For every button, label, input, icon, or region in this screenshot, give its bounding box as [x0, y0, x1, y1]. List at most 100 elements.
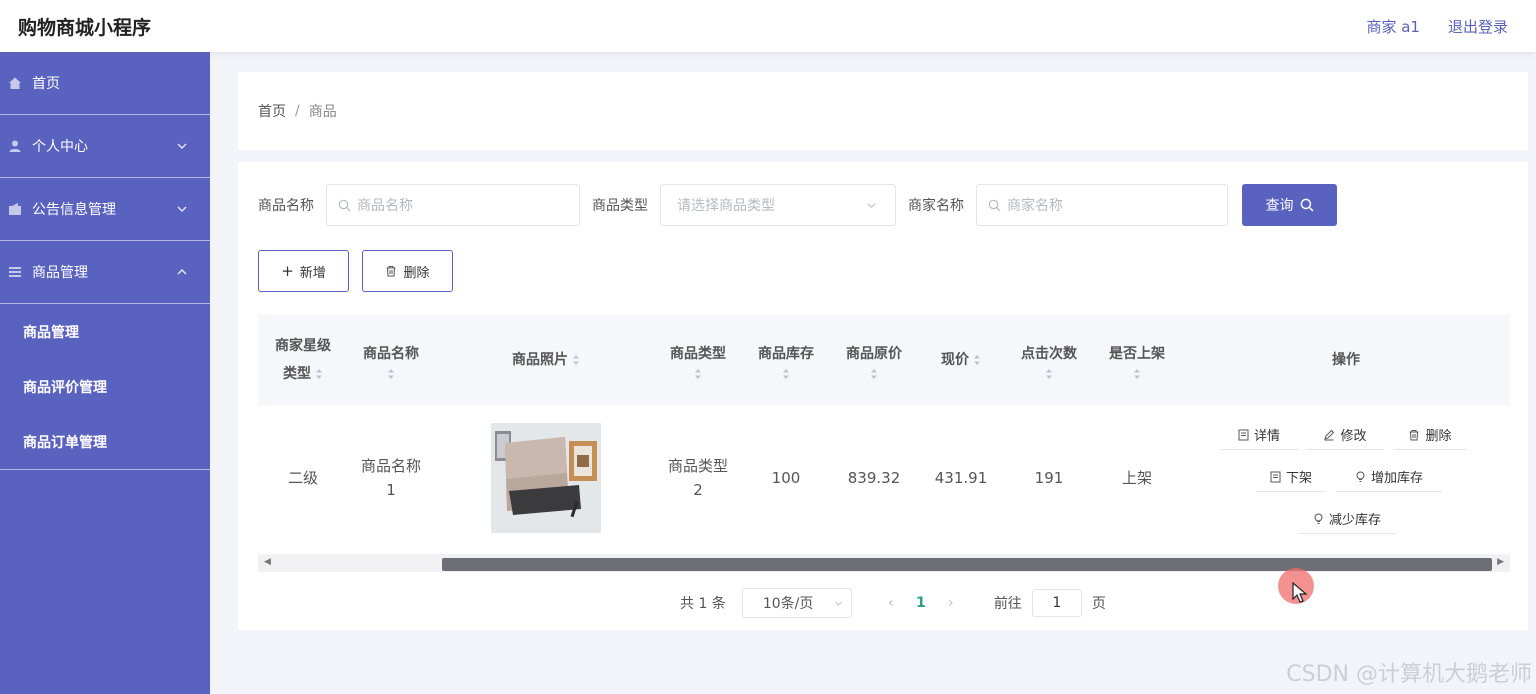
- main-area: 首页 / 商品 商品名称 商品名称 商品类型 请选择商品类型 商家名称 商家名称…: [210, 52, 1536, 694]
- plus-icon: +: [281, 262, 294, 280]
- horizontal-scrollbar[interactable]: ◀ ▶: [258, 554, 1510, 572]
- sidebar-item-personal-center[interactable]: 个人中心: [0, 115, 210, 178]
- add-button-label: 新增: [299, 265, 326, 281]
- col-header-product-type[interactable]: 商品类型: [656, 314, 740, 406]
- detail-label: 详情: [1253, 429, 1280, 444]
- list-icon: [8, 265, 22, 279]
- shop-name-input[interactable]: 商家名称: [976, 184, 1228, 226]
- product-type-placeholder: 请选择商品类型: [677, 198, 775, 214]
- page-unit-label: 页: [1091, 596, 1106, 612]
- col-header-label: 是否上架: [1109, 346, 1165, 362]
- sidebar-item-label: 个人中心: [32, 139, 88, 155]
- sort-icon[interactable]: [315, 368, 323, 380]
- edit-button[interactable]: 修改: [1306, 420, 1384, 450]
- sidebar-item-notice-management[interactable]: 公告信息管理: [0, 178, 210, 241]
- search-icon: [1300, 198, 1313, 212]
- scrollbar-thumb[interactable]: [442, 558, 1492, 571]
- sort-icon[interactable]: [973, 354, 981, 366]
- col-header-product-photo[interactable]: 商品照片: [436, 314, 656, 406]
- row-delete-button[interactable]: 删除: [1394, 420, 1466, 450]
- detail-button[interactable]: 详情: [1220, 420, 1298, 450]
- col-header-clicks[interactable]: 点击次数: [1006, 314, 1092, 406]
- sidebar-subitem-product-order-management[interactable]: 商品订单管理: [0, 414, 210, 469]
- off-shelf-button[interactable]: 下架: [1256, 462, 1326, 492]
- search-icon: [338, 199, 351, 211]
- cell-text: 商品类型: [667, 457, 728, 475]
- col-header-label: 商品照片: [512, 352, 568, 368]
- pagination: 共 1 条 10条/页 ‹ 1 › 前往 1 页: [680, 588, 1106, 618]
- col-header-stock[interactable]: 商品库存: [740, 314, 832, 406]
- col-header-onshelf[interactable]: 是否上架: [1092, 314, 1182, 406]
- sort-icon[interactable]: [694, 368, 702, 380]
- content-card: 商品名称 商品名称 商品类型 请选择商品类型 商家名称 商家名称 查询 + 新增…: [238, 162, 1528, 630]
- user-icon: [8, 139, 22, 153]
- scroll-left-icon[interactable]: ◀: [264, 557, 271, 567]
- sidebar-subitem-product-review-management[interactable]: 商品评价管理: [0, 359, 210, 414]
- query-button[interactable]: 查询: [1242, 184, 1337, 226]
- col-header-price[interactable]: 现价: [916, 314, 1006, 406]
- total-count: 共 1 条: [680, 596, 726, 612]
- watermark: CSDN @计算机大鹅老师: [1286, 662, 1532, 687]
- reduce-stock-button[interactable]: 减少库存: [1298, 504, 1396, 534]
- mouse-cursor-icon: [1292, 582, 1308, 603]
- cell-product-type: 商品类型 2: [656, 406, 740, 550]
- sidebar-subitem-product-management[interactable]: 商品管理: [0, 304, 210, 359]
- bulb-icon: [1356, 471, 1365, 482]
- bulb-icon: [1314, 513, 1323, 524]
- next-page-icon[interactable]: ›: [940, 595, 962, 611]
- sidebar-item-home[interactable]: 首页: [0, 52, 210, 115]
- cell-product-name: 商品名称 1: [346, 406, 436, 550]
- product-type-select[interactable]: 请选择商品类型: [660, 184, 896, 226]
- col-header-product-name[interactable]: 商品名称: [346, 314, 436, 406]
- col-header-original-price[interactable]: 商品原价: [832, 314, 916, 406]
- shop-name-placeholder: 商家名称: [1007, 198, 1063, 214]
- cell-stock: 100: [771, 469, 801, 487]
- breadcrumb-home[interactable]: 首页: [258, 101, 286, 121]
- current-user-link[interactable]: 商家 a1: [1366, 16, 1420, 37]
- product-name-placeholder: 商品名称: [357, 198, 413, 214]
- page-number-current[interactable]: 1: [910, 595, 932, 611]
- breadcrumb: 首页 / 商品: [238, 72, 1528, 150]
- page-size-value: 10条/页: [762, 596, 814, 612]
- scroll-right-icon[interactable]: ▶: [1497, 557, 1504, 567]
- bulk-delete-label: 删除: [403, 265, 430, 281]
- col-header-label: 商家星级: [275, 338, 331, 354]
- sidebar-item-label: 公告信息管理: [32, 202, 116, 218]
- cell-text: 1: [386, 481, 396, 499]
- home-icon: [8, 76, 22, 90]
- sidebar-item-label: 商品管理: [32, 265, 88, 281]
- col-header-label: 点击次数: [1021, 346, 1077, 362]
- col-header-label: 类型: [283, 366, 311, 382]
- goto-page-input[interactable]: 1: [1031, 589, 1082, 617]
- cell-text: 商品名称: [360, 457, 421, 475]
- edit-icon: [1324, 429, 1335, 440]
- row-delete-label: 删除: [1425, 429, 1452, 444]
- query-button-label: 查询: [1265, 198, 1294, 214]
- add-button[interactable]: + 新增: [258, 250, 349, 292]
- top-bar: 购物商城小程序 商家 a1 退出登录: [0, 0, 1536, 52]
- logout-link[interactable]: 退出登录: [1448, 16, 1508, 37]
- product-photo[interactable]: [491, 423, 601, 533]
- bulk-delete-button[interactable]: 删除: [362, 250, 453, 292]
- edit-label: 修改: [1340, 429, 1367, 444]
- col-header-label: 商品类型: [670, 346, 726, 362]
- col-header-shop-level[interactable]: 商家星级 类型: [260, 314, 346, 406]
- sort-icon[interactable]: [782, 368, 790, 380]
- sort-icon[interactable]: [1133, 368, 1141, 380]
- col-header-label: 商品原价: [846, 346, 902, 362]
- sort-icon[interactable]: [572, 354, 580, 366]
- cell-price: 431.91: [934, 469, 988, 487]
- chevron-down-icon: [834, 601, 842, 606]
- col-header-label: 商品库存: [758, 346, 814, 362]
- page-size-select[interactable]: 10条/页: [741, 588, 852, 618]
- add-stock-button[interactable]: 增加库存: [1336, 462, 1442, 492]
- col-header-label: 商品名称: [363, 346, 419, 362]
- sort-icon[interactable]: [387, 368, 395, 380]
- table-row: 二级 商品名称 1 商品类型 2 100 839.32 431.91 191 上…: [258, 406, 1510, 550]
- sort-icon[interactable]: [870, 368, 878, 380]
- sort-icon[interactable]: [1045, 368, 1053, 380]
- sidebar-item-product-management[interactable]: 商品管理: [0, 241, 210, 304]
- product-name-input[interactable]: 商品名称: [326, 184, 580, 226]
- app-title: 购物商城小程序: [18, 16, 152, 39]
- prev-page-icon[interactable]: ‹: [880, 595, 902, 611]
